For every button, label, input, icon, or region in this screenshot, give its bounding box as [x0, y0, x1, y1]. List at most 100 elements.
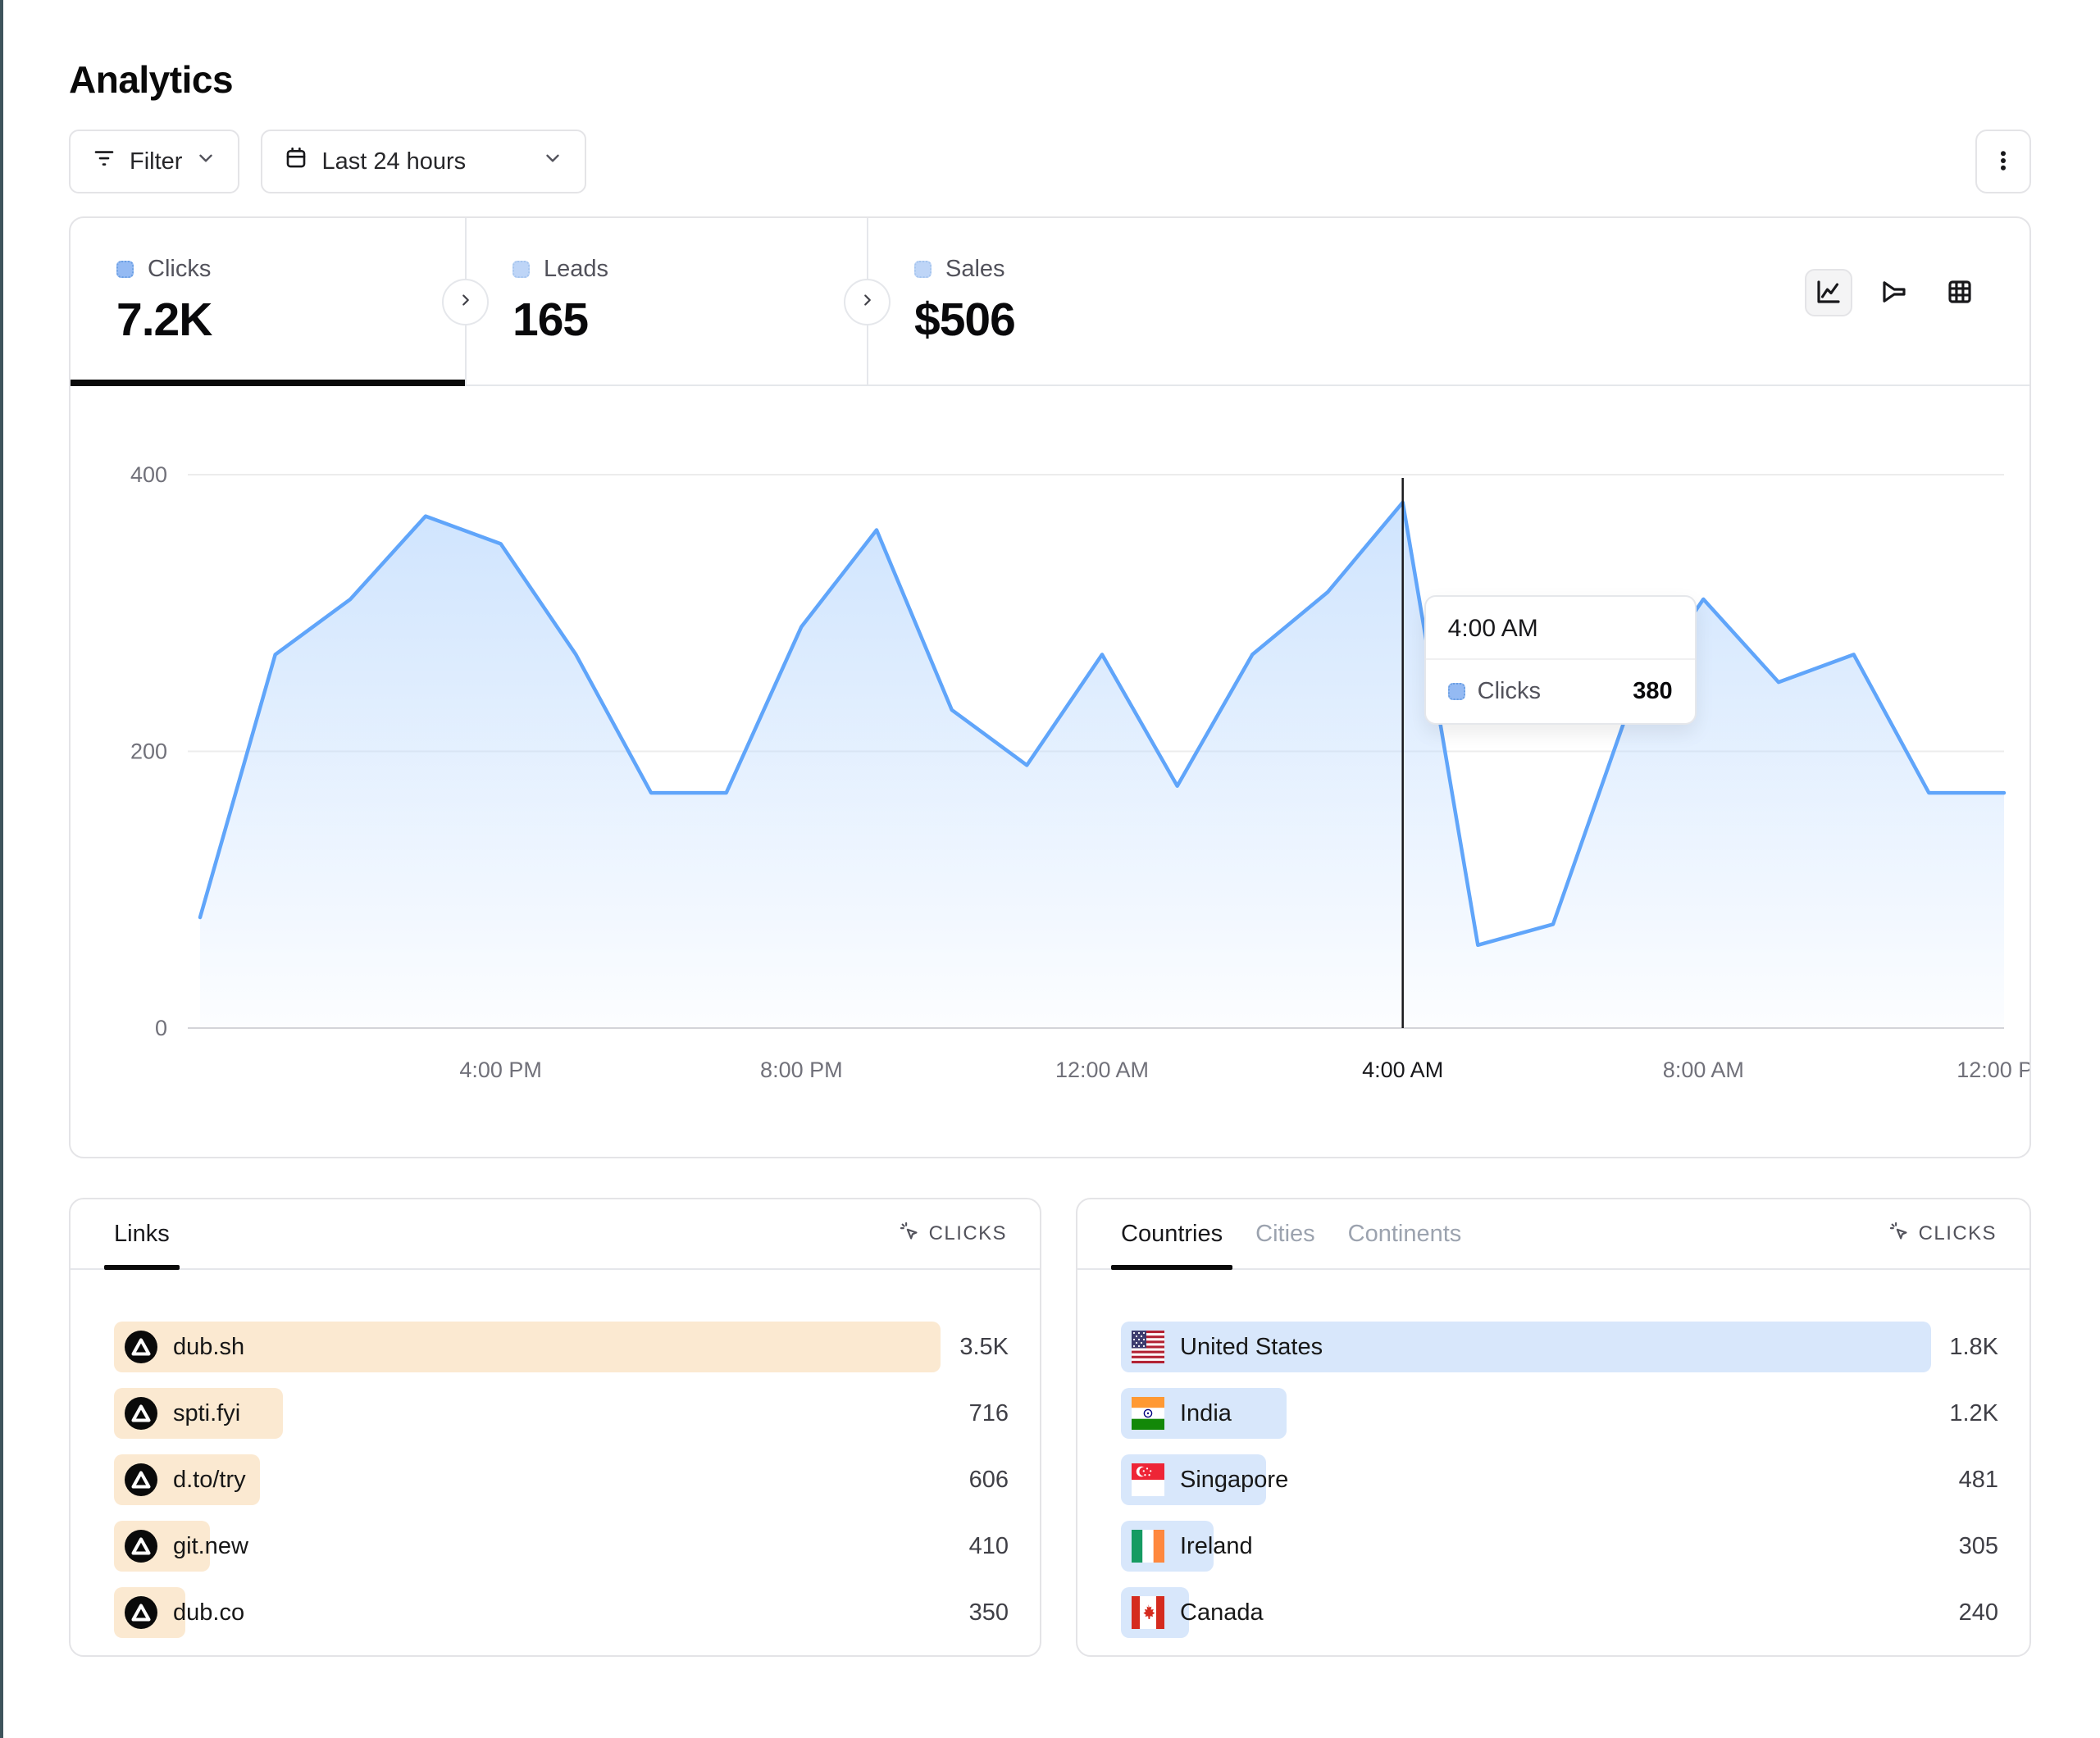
list-item[interactable]: Canada240 — [1121, 1587, 1998, 1638]
analytics-chart-card: Clicks 7.2K Leads 165 Sales $506 — [69, 216, 2031, 1158]
chart-view-switcher — [1805, 269, 1984, 316]
tab-leads[interactable]: Leads 165 — [465, 218, 867, 384]
tab-clicks[interactable]: Clicks 7.2K — [71, 218, 465, 384]
list-item-value: 3.5K — [959, 1334, 1009, 1361]
tooltip-value: 380 — [1633, 678, 1672, 705]
dub-logo-icon — [125, 1397, 157, 1430]
links-metric-label: CLICKS — [929, 1222, 1007, 1245]
dub-logo-icon — [125, 1530, 157, 1563]
list-item[interactable]: United States 1.8K — [1121, 1322, 1998, 1372]
canada-flag-icon — [1132, 1596, 1164, 1629]
table-view-button[interactable] — [1936, 269, 1984, 316]
links-panel-header: Links CLICKS — [71, 1199, 1040, 1270]
sales-legend-swatch — [914, 261, 932, 278]
links-panel: Links CLICKS dub.sh 3.5K spti.fyi 716 d.to/t… — [69, 1198, 1041, 1657]
filter-lines-icon — [92, 146, 116, 177]
funnel-view-button[interactable] — [1870, 269, 1918, 316]
tab-links[interactable]: Links — [114, 1199, 170, 1268]
list-item[interactable]: git.new 410 — [114, 1521, 1009, 1572]
line-chart-view-button[interactable] — [1805, 269, 1852, 316]
links-metric-toggle[interactable]: CLICKS — [898, 1220, 1007, 1248]
filter-button-label: Filter — [130, 148, 182, 175]
list-item-label: dub.co — [173, 1599, 244, 1627]
y-axis-tick: 200 — [130, 739, 167, 764]
date-range-label: Last 24 hours — [321, 148, 466, 175]
list-item-label: git.new — [173, 1533, 248, 1560]
countries-list: United States 1.8K India 1.2K Singapore 481 Ir… — [1077, 1270, 2029, 1638]
tab-countries[interactable]: Countries — [1121, 1199, 1223, 1268]
breakdown-panels: Links CLICKS dub.sh 3.5K spti.fyi 716 d.to/t… — [69, 1198, 2031, 1657]
list-item-value: 1.8K — [1949, 1334, 1998, 1361]
list-item-label: India — [1180, 1400, 1232, 1427]
tooltip-series-label: Clicks — [1478, 678, 1541, 705]
dub-logo-icon — [125, 1596, 157, 1629]
list-item[interactable]: Ireland305 — [1121, 1521, 1998, 1572]
list-item-label: Canada — [1180, 1599, 1264, 1627]
tab-continents[interactable]: Continents — [1348, 1199, 1462, 1268]
y-axis-tick: 400 — [130, 462, 167, 487]
x-axis-tick: 4:00 AM — [1362, 1058, 1443, 1082]
list-item-label: d.to/try — [173, 1467, 246, 1494]
expand-leads-button[interactable] — [844, 279, 891, 325]
expand-clicks-button[interactable] — [442, 279, 489, 325]
analytics-page: Analytics Filter Last 24 hours — [0, 0, 2100, 1657]
click-cursor-icon — [1888, 1220, 1910, 1248]
filter-button[interactable]: Filter — [69, 130, 239, 193]
dub-logo-icon — [125, 1331, 157, 1363]
chart-canvas: 40020004:00 PM8:00 PM12:00 AM4:00 AM8:00… — [71, 386, 2029, 1157]
list-item-label: Ireland — [1180, 1533, 1253, 1560]
leads-value: 165 — [512, 293, 867, 347]
countries-panel-header: Countries Cities Continents CLICKS — [1077, 1199, 2029, 1270]
list-item[interactable]: d.to/try606 — [114, 1454, 1009, 1505]
y-axis-tick: 0 — [155, 1016, 167, 1040]
tab-cities[interactable]: Cities — [1255, 1199, 1315, 1268]
chevron-down-icon — [542, 148, 563, 175]
list-item[interactable]: dub.sh 3.5K — [114, 1322, 1009, 1372]
toolbar: Filter Last 24 hours — [69, 130, 2031, 193]
grid-icon — [1945, 277, 1975, 309]
clicks-legend-swatch — [1448, 683, 1465, 700]
stats-tabs: Clicks 7.2K Leads 165 Sales $506 — [71, 218, 2029, 386]
list-item-label: Singapore — [1180, 1467, 1288, 1494]
list-item-value: 716 — [969, 1400, 1009, 1427]
stat-label: Leads — [544, 256, 608, 283]
links-list: dub.sh 3.5K spti.fyi 716 d.to/try606 git.new 4… — [71, 1270, 1040, 1638]
list-item-label: dub.sh — [173, 1334, 244, 1361]
list-item-label: United States — [1180, 1334, 1323, 1361]
page-title: Analytics — [69, 0, 2031, 102]
clicks-legend-swatch — [116, 261, 134, 278]
calendar-icon — [284, 146, 308, 177]
list-item[interactable]: Singapore 481 — [1121, 1454, 1998, 1505]
list-item[interactable]: India 1.2K — [1121, 1388, 1998, 1439]
singapore-flag-icon — [1132, 1463, 1164, 1496]
countries-metric-toggle[interactable]: CLICKS — [1888, 1220, 1997, 1248]
clicks-timeseries-chart[interactable]: 40020004:00 PM8:00 PM12:00 AM4:00 AM8:00… — [71, 386, 2029, 1157]
x-axis-tick: 12:00 PM — [1957, 1058, 2029, 1082]
more-options-button[interactable] — [1975, 130, 2031, 193]
ireland-flag-icon — [1132, 1530, 1164, 1563]
x-axis-tick: 4:00 PM — [459, 1058, 542, 1082]
chevron-down-icon — [195, 148, 216, 175]
stat-label: Clicks — [148, 256, 211, 283]
list-item-value: 350 — [969, 1599, 1009, 1627]
tooltip-time: 4:00 AM — [1426, 597, 1695, 660]
india-flag-icon — [1132, 1397, 1164, 1430]
countries-metric-label: CLICKS — [1919, 1222, 1997, 1245]
click-cursor-icon — [898, 1220, 920, 1248]
x-axis-tick: 12:00 AM — [1055, 1058, 1149, 1082]
list-item-value: 410 — [969, 1533, 1009, 1560]
line-chart-icon — [1814, 277, 1843, 309]
chevron-right-icon — [457, 291, 475, 313]
stat-label: Sales — [945, 256, 1005, 283]
list-item[interactable]: spti.fyi 716 — [114, 1388, 1009, 1439]
date-range-button[interactable]: Last 24 hours — [261, 130, 586, 193]
list-item[interactable]: dub.co 350 — [114, 1587, 1009, 1638]
funnel-icon — [1879, 277, 1909, 309]
x-axis-tick: 8:00 PM — [760, 1058, 843, 1082]
list-item-value: 1.2K — [1949, 1400, 1998, 1427]
us-flag-icon — [1132, 1331, 1164, 1363]
chart-tooltip: 4:00 AM Clicks 380 — [1424, 595, 1697, 725]
list-item-value: 481 — [1959, 1467, 1998, 1494]
list-item-label: spti.fyi — [173, 1400, 240, 1427]
countries-panel: Countries Cities Continents CLICKS United … — [1076, 1198, 2031, 1657]
